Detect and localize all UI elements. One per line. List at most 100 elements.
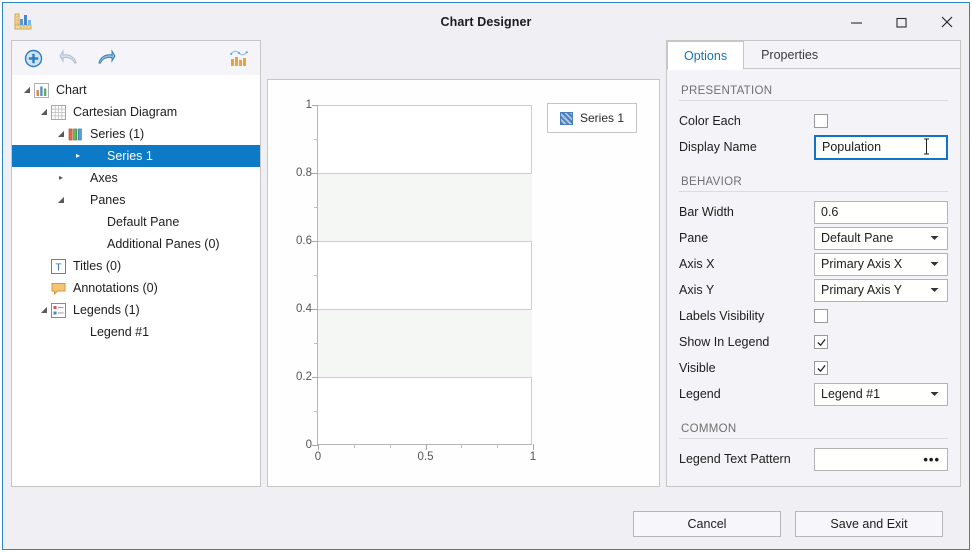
dropdown-axis-y[interactable]: Primary Axis Y xyxy=(814,279,948,302)
tree-node-additional-panes-0[interactable]: Additional Panes (0) xyxy=(12,233,260,255)
section-divider xyxy=(679,438,948,439)
y-tick-mark xyxy=(312,105,318,106)
tree-node-axes[interactable]: ▸Axes xyxy=(12,167,260,189)
dropdown-pane[interactable]: Default Pane xyxy=(814,227,948,250)
chevron-down-icon xyxy=(930,260,939,269)
legend-icon xyxy=(51,303,68,318)
chart-wizard-icon[interactable] xyxy=(228,47,250,69)
dropdown-value: Legend #1 xyxy=(821,387,880,401)
cancel-button[interactable]: Cancel xyxy=(633,511,781,537)
checkbox-labels-visibility[interactable] xyxy=(814,309,828,323)
tree-node-label: Annotations (0) xyxy=(72,281,158,295)
gridline xyxy=(318,173,532,174)
section-spacer xyxy=(679,407,948,417)
minimize-button[interactable] xyxy=(834,7,879,37)
collapsed-arrow-icon[interactable]: ▸ xyxy=(71,152,85,160)
y-tick-label: 0 xyxy=(306,439,312,451)
y-tick-label: 0.4 xyxy=(296,303,312,315)
y-minor-tick xyxy=(314,411,318,412)
section-header: BEHAVIOR xyxy=(681,176,948,188)
structure-tree[interactable]: ◢Chart◢Cartesian Diagram◢Series (1)▸Seri… xyxy=(12,75,260,486)
structure-tree-panel: ◢Chart◢Cartesian Diagram◢Series (1)▸Seri… xyxy=(11,40,261,487)
redo-icon[interactable] xyxy=(94,47,116,69)
y-minor-tick xyxy=(314,275,318,276)
gridline xyxy=(318,105,532,106)
tree-node-series-1[interactable]: ▸ Series 1 xyxy=(12,145,260,167)
option-control: Primary Axis Y xyxy=(814,279,948,302)
title-bar: Chart Designer xyxy=(3,3,969,40)
close-button[interactable] xyxy=(924,7,969,37)
section-divider xyxy=(679,191,948,192)
dialog-footer: Cancel Save and Exit xyxy=(3,497,969,549)
tree-node-panes[interactable]: ◢ Panes xyxy=(12,189,260,211)
checkbox-visible[interactable] xyxy=(814,361,828,375)
y-minor-tick xyxy=(314,139,318,140)
x-minor-tick xyxy=(390,444,391,448)
x-tick-mark xyxy=(318,444,319,450)
section-header: COMMON xyxy=(681,423,948,435)
check-icon xyxy=(817,338,826,347)
check-icon xyxy=(817,364,826,373)
maximize-button[interactable] xyxy=(879,7,924,37)
checkbox-color-each[interactable] xyxy=(814,114,828,128)
tree-node-label: Series 1 xyxy=(106,149,153,163)
grid-icon xyxy=(51,105,68,120)
expanded-arrow-icon[interactable]: ◢ xyxy=(20,86,34,94)
legend-swatch-icon xyxy=(560,112,573,125)
tab-options[interactable]: Options xyxy=(667,41,744,70)
y-tick-label: 0.6 xyxy=(296,235,312,247)
tree-node-label: Default Pane xyxy=(106,215,179,229)
y-tick-label: 0.8 xyxy=(296,167,312,179)
tree-toolbar xyxy=(12,41,260,75)
plot-right-border xyxy=(531,105,532,444)
chart-preview-panel[interactable]: 00.20.40.60.81 00.51 Series 1 xyxy=(267,79,660,487)
y-tick-mark xyxy=(312,377,318,378)
x-minor-tick xyxy=(497,444,498,448)
undo-icon[interactable] xyxy=(58,47,80,69)
tree-node-chart[interactable]: ◢Chart xyxy=(12,79,260,101)
expanded-arrow-icon[interactable]: ◢ xyxy=(37,306,51,314)
option-row-color-each: Color Each xyxy=(679,108,948,134)
option-row-axis-x: Axis X Primary Axis X xyxy=(679,251,948,277)
dropdown-value: Primary Axis Y xyxy=(821,283,902,297)
tree-node-label: Panes xyxy=(89,193,125,207)
y-minor-tick xyxy=(314,343,318,344)
tree-node-label: Legend #1 xyxy=(89,325,149,339)
dropdown-legend[interactable]: Legend #1 xyxy=(814,383,948,406)
tree-node-series-1[interactable]: ◢ Series (1) xyxy=(12,123,260,145)
bar-chart-icon xyxy=(34,83,51,98)
tree-node-annotations-0[interactable]: Annotations (0) xyxy=(12,277,260,299)
option-label: Display Name xyxy=(679,140,814,154)
option-row-pane: PaneDefault Pane xyxy=(679,225,948,251)
text-input-legend-text-pattern[interactable]: ••• xyxy=(814,448,948,471)
tree-node-titles-0[interactable]: TTitles (0) xyxy=(12,255,260,277)
option-label: Axis X xyxy=(679,257,814,271)
ellipsis-button[interactable]: ••• xyxy=(923,452,940,467)
y-tick-label: 0.2 xyxy=(296,371,312,383)
tree-node-legend-1[interactable]: Legend #1 xyxy=(12,321,260,343)
tree-node-label: Legends (1) xyxy=(72,303,140,317)
expanded-arrow-icon[interactable]: ◢ xyxy=(54,130,68,138)
option-row-legend: LegendLegend #1 xyxy=(679,381,948,407)
dropdown-axis-x[interactable]: Primary Axis X xyxy=(814,253,948,276)
expanded-arrow-icon[interactable]: ◢ xyxy=(37,108,51,116)
tree-node-cartesian-diagram[interactable]: ◢Cartesian Diagram xyxy=(12,101,260,123)
tree-node-label: Series (1) xyxy=(89,127,144,141)
x-tick-mark xyxy=(533,444,534,450)
y-tick-mark xyxy=(312,309,318,310)
option-label: Labels Visibility xyxy=(679,309,814,323)
gridline xyxy=(318,241,532,242)
add-icon[interactable] xyxy=(22,47,44,69)
collapsed-arrow-icon[interactable]: ▸ xyxy=(54,174,68,182)
chart-legend[interactable]: Series 1 xyxy=(547,103,637,133)
expanded-arrow-icon[interactable]: ◢ xyxy=(54,196,68,204)
text-input-bar-width[interactable]: 0.6 xyxy=(814,201,948,224)
section-header: PRESENTATION xyxy=(681,85,948,97)
tree-node-default-pane[interactable]: Default Pane xyxy=(12,211,260,233)
checkbox-show-in-legend[interactable] xyxy=(814,335,828,349)
y-tick-mark xyxy=(312,241,318,242)
tree-node-legends-1[interactable]: ◢ Legends (1) xyxy=(12,299,260,321)
dropdown-value: Primary Axis X xyxy=(821,257,902,271)
tab-properties[interactable]: Properties xyxy=(744,41,835,68)
save-and-exit-button[interactable]: Save and Exit xyxy=(795,511,943,537)
